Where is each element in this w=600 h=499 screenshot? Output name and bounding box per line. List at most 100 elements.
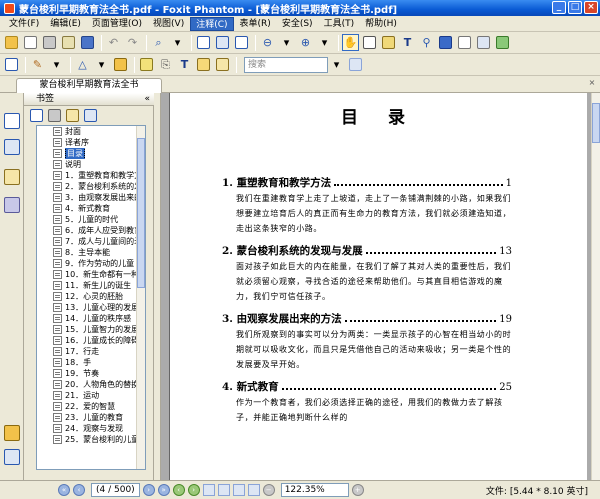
bookmark-item[interactable]: 23．儿童的教育 xyxy=(37,412,145,423)
image-icon[interactable] xyxy=(494,34,511,51)
next-view-icon[interactable]: › xyxy=(187,484,200,496)
close-button[interactable]: × xyxy=(584,1,598,14)
binoculars-icon[interactable] xyxy=(437,34,454,51)
search-input[interactable]: 搜索 xyxy=(244,56,328,73)
stamp-icon[interactable] xyxy=(214,56,231,73)
bookmarks-panel-icon[interactable] xyxy=(4,113,20,129)
zoom-out-icon[interactable]: ⊖ xyxy=(259,34,276,51)
next-page-icon[interactable]: › xyxy=(142,484,155,496)
attachments-panel-icon[interactable] xyxy=(4,425,20,441)
delete-bookmark-icon[interactable] xyxy=(48,108,61,122)
save-icon[interactable] xyxy=(79,34,96,51)
menu-help[interactable]: 帮助(H) xyxy=(360,17,402,31)
zoom-in-status-icon[interactable]: + xyxy=(351,484,364,496)
vertical-scroll-thumb[interactable] xyxy=(592,103,600,143)
new-bookmark-icon[interactable] xyxy=(66,108,79,122)
zoom-in-dropdown-icon[interactable]: ▾ xyxy=(316,34,333,51)
signatures-panel-icon[interactable] xyxy=(4,449,20,465)
redo-icon[interactable]: ↷ xyxy=(124,34,141,51)
zoom-out-status-icon[interactable]: − xyxy=(262,484,275,496)
bookmark-item[interactable]: 18．手 xyxy=(37,357,145,368)
bookmark-item[interactable]: 封面 xyxy=(37,126,145,137)
print-icon[interactable] xyxy=(41,34,58,51)
menu-view[interactable]: 视图(V) xyxy=(148,17,189,31)
bookmark-item[interactable]: 19．节奏 xyxy=(37,368,145,379)
bookmark-item[interactable]: 21．运动 xyxy=(37,390,145,401)
bookmark-item[interactable]: 9．作为劳动的儿童 xyxy=(37,258,145,269)
bookmark-item[interactable]: 目录 xyxy=(37,148,145,159)
zoom-level-input[interactable]: 122.35% xyxy=(280,483,349,497)
layers-panel-icon[interactable] xyxy=(4,197,20,213)
document-tab[interactable]: 蒙台梭利早期教育法全书 xyxy=(16,78,162,93)
bookmark-item[interactable]: 22．爱的智慧 xyxy=(37,401,145,412)
bookmark-item[interactable]: 25．蒙台梭利的儿童 xyxy=(37,434,145,445)
menu-form[interactable]: 表单(R) xyxy=(235,17,276,31)
undo-icon[interactable]: ↶ xyxy=(105,34,122,51)
tab-close-icon[interactable]: × xyxy=(587,78,597,88)
bookmark-item[interactable]: 4．新式教育 xyxy=(37,203,145,214)
continuous-facing-icon[interactable] xyxy=(247,484,260,496)
hand-tool-icon[interactable]: ✋ xyxy=(342,34,359,51)
page-layout-icon[interactable] xyxy=(3,56,20,73)
measure-icon[interactable] xyxy=(112,56,129,73)
bookmark-scroll-thumb[interactable] xyxy=(137,138,145,288)
bookmark-item[interactable]: 24．观察与发现 xyxy=(37,423,145,434)
bookmark-tree[interactable]: 封面 译者序 目录 说明 1．重塑教育和教学方法 2．蒙台梭利系统的发现 3．由观察发展出来… xyxy=(36,125,146,470)
bookmark-item[interactable]: 5．儿童的时代 xyxy=(37,214,145,225)
bookmark-item[interactable]: 译者序 xyxy=(37,137,145,148)
shapes-icon[interactable]: △ xyxy=(74,56,91,73)
menu-security[interactable]: 安全(S) xyxy=(277,17,318,31)
bookmark-item[interactable]: 17．行走 xyxy=(37,346,145,357)
zoom-dropdown-icon[interactable]: ▾ xyxy=(278,34,295,51)
create-document-icon[interactable] xyxy=(22,34,39,51)
bookmark-scrollbar[interactable] xyxy=(136,126,145,469)
menu-page-management[interactable]: 页面管理(O) xyxy=(87,17,147,31)
expand-bookmark-icon[interactable] xyxy=(84,108,97,122)
continuous-page-icon[interactable] xyxy=(217,484,230,496)
minimize-button[interactable]: _ xyxy=(552,1,566,14)
bookmark-item[interactable]: 13．儿童心理的发展 xyxy=(37,302,145,313)
open-folder-icon[interactable] xyxy=(3,34,20,51)
find-icon[interactable]: ⚲ xyxy=(418,34,435,51)
bookmark-item[interactable]: 3．由观察发展出来的方 xyxy=(37,192,145,203)
bookmark-item[interactable]: 10．新生命都有一种本能 xyxy=(37,269,145,280)
menu-comment[interactable]: 注释(C) xyxy=(190,16,234,31)
pages-panel-icon[interactable] xyxy=(4,139,20,155)
bookmark-item[interactable]: 2．蒙台梭利系统的发现 xyxy=(37,181,145,192)
bookmark-item[interactable]: 7．成人与儿童间的矛盾 xyxy=(37,236,145,247)
zoom-in-icon[interactable]: ⊕ xyxy=(297,34,314,51)
single-page-icon[interactable] xyxy=(202,484,215,496)
search-go-icon[interactable] xyxy=(347,56,364,73)
search-dropdown-icon[interactable]: ▾ xyxy=(328,56,345,73)
properties-icon[interactable] xyxy=(475,34,492,51)
bookmark-item[interactable]: 1．重塑教育和教学方法 xyxy=(37,170,145,181)
zoom-icon[interactable]: ⌕ xyxy=(150,34,167,51)
pencil-icon[interactable]: ✎ xyxy=(29,56,46,73)
select-text-icon[interactable] xyxy=(361,34,378,51)
email-icon[interactable] xyxy=(60,34,77,51)
bookmark-item[interactable]: 11．新生儿的诞生 xyxy=(37,280,145,291)
fit-width-icon[interactable] xyxy=(214,34,231,51)
pencil-dropdown-icon[interactable]: ▾ xyxy=(48,56,65,73)
bookmark-item[interactable]: 6．成年人应受到教育 xyxy=(37,225,145,236)
note-icon[interactable] xyxy=(138,56,155,73)
attachment-icon[interactable]: ⎘ xyxy=(157,56,174,73)
bookmark-item[interactable]: 20．人物角色的替换 xyxy=(37,379,145,390)
panel-splitter[interactable] xyxy=(154,93,161,480)
fit-visible-icon[interactable] xyxy=(233,34,250,51)
last-page-icon[interactable]: » xyxy=(157,484,170,496)
vertical-scrollbar[interactable] xyxy=(591,93,600,480)
menu-file[interactable]: 文件(F) xyxy=(4,17,44,31)
fit-page-icon[interactable] xyxy=(195,34,212,51)
bookmark-item[interactable]: 12．心灵的胚胎 xyxy=(37,291,145,302)
page-number-input[interactable]: (4 / 500) xyxy=(91,483,140,497)
shapes-dropdown-icon[interactable]: ▾ xyxy=(93,56,110,73)
previous-page-icon[interactable]: ‹ xyxy=(73,484,85,496)
maximize-button[interactable]: □ xyxy=(568,1,582,14)
first-page-icon[interactable]: « xyxy=(58,484,70,496)
comments-panel-icon[interactable] xyxy=(4,169,20,185)
bookmark-options-icon[interactable] xyxy=(30,108,43,122)
collapse-panel-icon[interactable]: « xyxy=(144,93,150,105)
snapshot-icon[interactable] xyxy=(380,34,397,51)
facing-page-icon[interactable] xyxy=(232,484,245,496)
